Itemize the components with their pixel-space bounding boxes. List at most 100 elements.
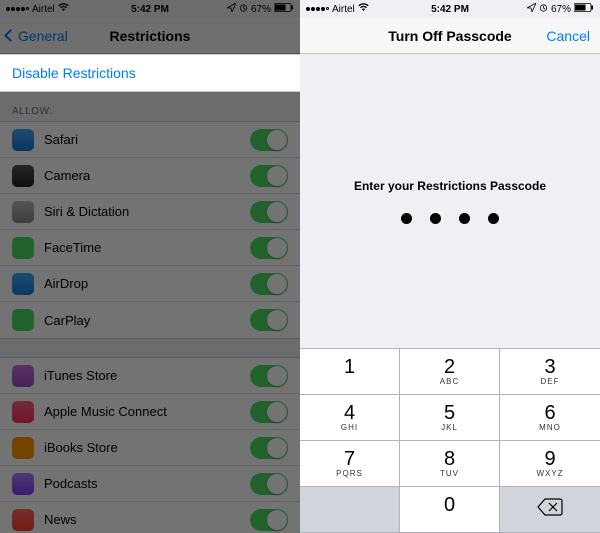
- podcasts-icon: [12, 473, 34, 495]
- settings-row[interactable]: AirDrop: [0, 266, 300, 302]
- disable-restrictions-label: Disable Restrictions: [12, 65, 136, 81]
- toggle-switch[interactable]: [250, 129, 288, 151]
- signal-dots-icon: [306, 7, 329, 11]
- chevron-left-icon: [4, 29, 17, 42]
- battery-pct: 67%: [551, 4, 571, 15]
- row-label: CarPlay: [44, 313, 250, 328]
- itunes-icon: [12, 365, 34, 387]
- keypad-key-3[interactable]: 3DEF: [500, 349, 600, 395]
- toggle-switch[interactable]: [250, 437, 288, 459]
- settings-row[interactable]: Apple Music Connect: [0, 394, 300, 430]
- toggle-switch[interactable]: [250, 473, 288, 495]
- settings-row[interactable]: Camera: [0, 158, 300, 194]
- phone-left-restrictions: Airtel 5:42 PM 67% General Restrictions: [0, 0, 300, 533]
- page-title: Turn Off Passcode: [388, 28, 511, 44]
- keypad-key-2[interactable]: 2ABC: [400, 349, 500, 395]
- status-bar: Airtel 5:42 PM 67%: [0, 0, 300, 18]
- key-letters: JKL: [441, 423, 458, 433]
- keypad-key-0[interactable]: 0: [400, 487, 500, 533]
- row-label: Apple Music Connect: [44, 404, 250, 419]
- phone-right-passcode: Airtel 5:42 PM 67% Turn Off Passcode Can…: [300, 0, 600, 533]
- settings-row[interactable]: FaceTime: [0, 230, 300, 266]
- row-label: iBooks Store: [44, 440, 250, 455]
- row-label: News: [44, 512, 250, 527]
- airdrop-icon: [12, 273, 34, 295]
- back-button[interactable]: General: [0, 28, 68, 44]
- disable-restrictions-row[interactable]: Disable Restrictions: [0, 54, 300, 92]
- keypad-key-9[interactable]: 9WXYZ: [500, 441, 600, 487]
- battery-pct: 67%: [251, 4, 271, 15]
- key-number: 9: [544, 449, 555, 469]
- key-letters: TUV: [440, 469, 459, 479]
- keypad-key-8[interactable]: 8TUV: [400, 441, 500, 487]
- status-bar: Airtel 5:42 PM 67%: [300, 0, 600, 18]
- toggle-switch[interactable]: [250, 237, 288, 259]
- toggle-switch[interactable]: [250, 509, 288, 531]
- toggle-switch[interactable]: [250, 165, 288, 187]
- facetime-icon: [12, 237, 34, 259]
- cancel-button[interactable]: Cancel: [546, 28, 590, 44]
- toggle-switch[interactable]: [250, 273, 288, 295]
- keypad-key-7[interactable]: 7PQRS: [300, 441, 400, 487]
- status-time: 5:42 PM: [431, 4, 469, 15]
- key-letters: GHI: [341, 423, 358, 433]
- passcode-dot-icon: [488, 213, 499, 224]
- back-label: General: [18, 28, 68, 44]
- ibooks-icon: [12, 437, 34, 459]
- keypad-key-5[interactable]: 5JKL: [400, 395, 500, 441]
- nav-bar: General Restrictions: [0, 18, 300, 54]
- status-time: 5:42 PM: [131, 4, 169, 15]
- keypad-key-4[interactable]: 4GHI: [300, 395, 400, 441]
- settings-row[interactable]: News: [0, 502, 300, 533]
- alarm-icon: [539, 3, 548, 15]
- key-number: 4: [344, 403, 355, 423]
- battery-icon: [274, 3, 294, 15]
- settings-row[interactable]: Safari: [0, 122, 300, 158]
- alarm-icon: [239, 3, 248, 15]
- nav-bar: Turn Off Passcode Cancel: [300, 18, 600, 54]
- amc-icon: [12, 401, 34, 423]
- toggle-switch[interactable]: [250, 309, 288, 331]
- camera-icon: [12, 165, 34, 187]
- toggle-switch[interactable]: [250, 401, 288, 423]
- news-icon: [12, 509, 34, 531]
- key-letters: ABC: [440, 377, 459, 387]
- row-label: iTunes Store: [44, 368, 250, 383]
- passcode-dot-icon: [430, 213, 441, 224]
- key-number: 6: [544, 403, 555, 423]
- location-icon: [527, 3, 536, 15]
- keypad-key-1[interactable]: 1: [300, 349, 400, 395]
- key-number: 0: [444, 495, 455, 515]
- siri-icon: [12, 201, 34, 223]
- key-letters: MNO: [539, 423, 561, 433]
- settings-row[interactable]: iBooks Store: [0, 430, 300, 466]
- row-label: Podcasts: [44, 476, 250, 491]
- safari-icon: [12, 129, 34, 151]
- settings-row[interactable]: iTunes Store: [0, 358, 300, 394]
- wifi-icon: [58, 3, 69, 15]
- toggle-switch[interactable]: [250, 365, 288, 387]
- key-number: 2: [444, 357, 455, 377]
- keypad-backspace[interactable]: [500, 487, 600, 533]
- key-number: 7: [344, 449, 355, 469]
- settings-row[interactable]: Podcasts: [0, 466, 300, 502]
- settings-row[interactable]: Siri & Dictation: [0, 194, 300, 230]
- battery-icon: [574, 3, 594, 15]
- passcode-entry-area: Enter your Restrictions Passcode: [300, 54, 600, 348]
- row-label: Camera: [44, 168, 250, 183]
- row-label: FaceTime: [44, 240, 250, 255]
- allow-group-2: iTunes Store Apple Music Connect iBooks St…: [0, 357, 300, 533]
- settings-row[interactable]: CarPlay: [0, 302, 300, 338]
- passcode-dot-icon: [459, 213, 470, 224]
- section-header-allow: ALLOW:: [0, 92, 300, 121]
- passcode-prompt: Enter your Restrictions Passcode: [354, 179, 546, 193]
- signal-dots-icon: [6, 7, 29, 11]
- passcode-dot-icon: [401, 213, 412, 224]
- page-title: Restrictions: [110, 28, 191, 44]
- row-label: AirDrop: [44, 276, 250, 291]
- toggle-switch[interactable]: [250, 201, 288, 223]
- wifi-icon: [358, 3, 369, 15]
- keypad-key-6[interactable]: 6MNO: [500, 395, 600, 441]
- carplay-icon: [12, 309, 34, 331]
- numeric-keypad: 12ABC3DEF4GHI5JKL6MNO7PQRS8TUV9WXYZ0: [300, 348, 600, 533]
